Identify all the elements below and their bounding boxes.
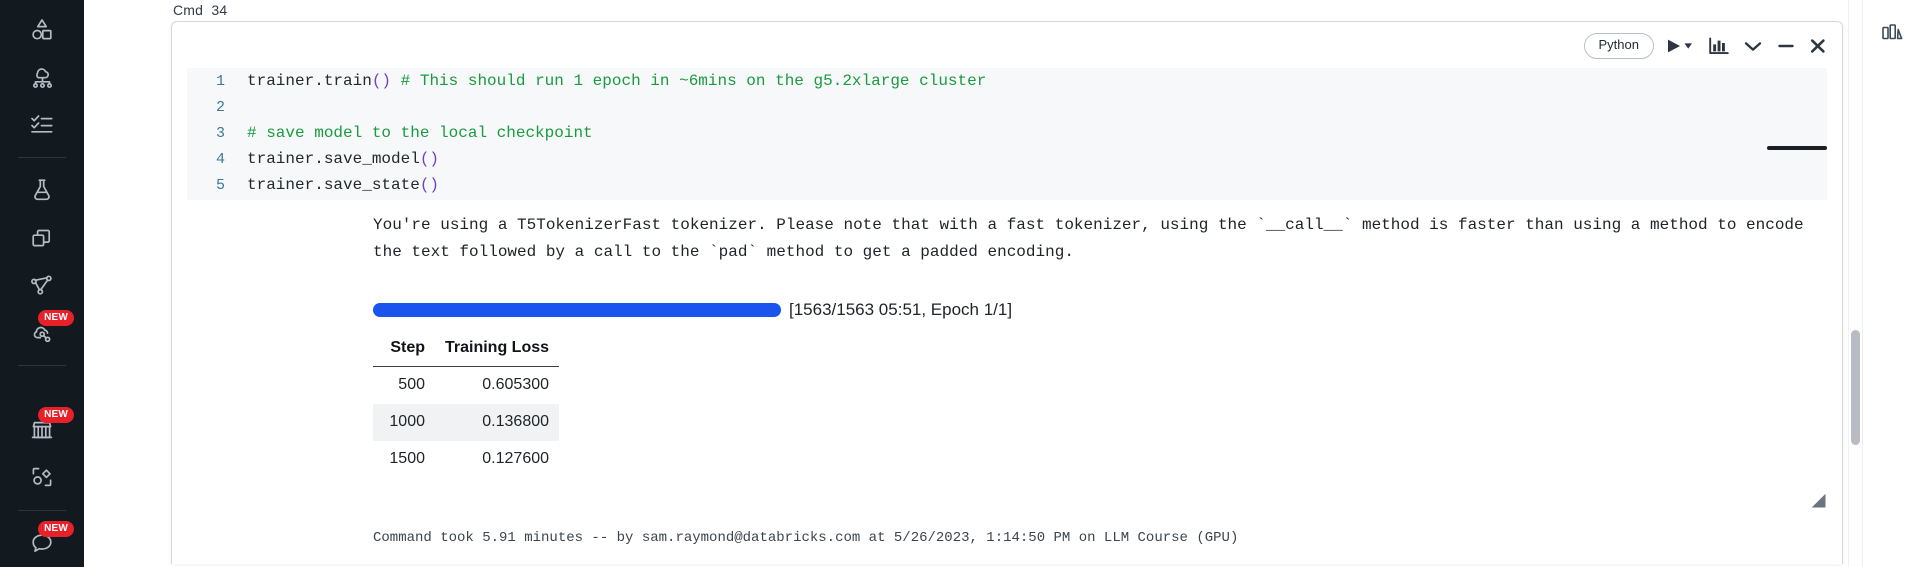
progress-status-text: [1563/1563 05:51, Epoch 1/1] <box>789 300 1013 319</box>
cell-step: 500 <box>398 376 425 393</box>
sidebar-item-serving[interactable]: NEW <box>0 309 84 356</box>
sidebar-item-new-shapes[interactable] <box>0 6 84 53</box>
code-line: 2 <box>187 94 1827 120</box>
table-row: 1500 0.127600 <box>373 441 559 478</box>
chevron-down-icon <box>1744 42 1762 51</box>
sidebar-item-models[interactable] <box>0 214 84 261</box>
language-pill[interactable]: Python <box>1583 33 1654 59</box>
code-line: 3 # save model to the local checkpoint <box>187 120 1827 146</box>
code-line: 4 trainer.save_model() <box>187 146 1827 172</box>
sidebar-item-partner-connect[interactable] <box>0 454 84 501</box>
close-cell-button[interactable] <box>1808 37 1828 55</box>
code-line: 5 trainer.save_state() <box>187 172 1827 198</box>
code-text: trainer.save_model <box>247 150 420 168</box>
cell-chart-button[interactable] <box>1708 36 1730 56</box>
line-number: 3 <box>215 124 225 142</box>
code-text: trainer.save_state <box>247 176 420 194</box>
output-resize-grip[interactable] <box>1811 493 1826 508</box>
warning-line-1: You're using a T5TokenizerFast tokenizer… <box>373 216 1804 234</box>
left-sidebar: NEW NEW NEW <box>0 0 84 567</box>
graph-nodes-icon <box>31 275 52 295</box>
bar-chart-icon <box>1882 24 1903 40</box>
sidebar-badge-new: NEW <box>38 520 74 537</box>
editor-horizontal-scrollbar[interactable] <box>1767 146 1827 150</box>
cell-command-label: Cmd 34 <box>173 2 228 18</box>
code-line: 1 trainer.train() # This should run 1 ep… <box>187 68 1827 94</box>
minimize-cell-button[interactable] <box>1776 37 1796 55</box>
sidebar-badge-new: NEW <box>38 407 74 424</box>
right-rail <box>1862 0 1920 567</box>
page-scrollbar-thumb[interactable] <box>1851 330 1860 445</box>
code-paren: () <box>419 150 440 168</box>
table-header-row: Step Training Loss <box>373 334 560 367</box>
cell-training-loss: 0.605300 <box>482 376 550 393</box>
stacked-squares-icon <box>32 229 51 247</box>
flask-icon <box>34 179 50 201</box>
training-loss-table: Step Training Loss 500 0.605300 1000 0.1… <box>373 334 560 478</box>
code-comment: # This should run 1 epoch in ~6mins on t… <box>400 72 987 90</box>
notebook-cell: Python 1 trainer.train () # This should … <box>171 21 1843 564</box>
sidebar-item-marketplace[interactable]: NEW <box>0 406 84 453</box>
cell-footer-status: Command took 5.91 minutes -- by sam.raym… <box>373 530 1239 546</box>
line-number: 4 <box>215 150 225 168</box>
warning-line-2: the text followed by a call to the `pad`… <box>373 243 1074 261</box>
line-number: 2 <box>215 98 225 116</box>
shapes-icon <box>32 18 52 40</box>
sidebar-divider-2 <box>18 364 66 366</box>
cell-toolbar: Python <box>1583 33 1828 59</box>
notebook-main: Cmd 34 Python 1 trainer.train () # This … <box>84 0 1862 567</box>
code-paren: () <box>419 176 440 194</box>
code-editor[interactable]: 1 trainer.train() # This should run 1 ep… <box>187 68 1827 200</box>
sidebar-item-workflows[interactable] <box>0 101 84 148</box>
code-paren: () <box>371 72 392 90</box>
progress-bar <box>373 303 781 317</box>
sidebar-divider-3 <box>18 509 66 511</box>
run-cell-button[interactable] <box>1666 38 1696 54</box>
shapes-connect-icon <box>32 467 52 487</box>
bar-chart-icon <box>1709 37 1729 55</box>
caret-down-icon <box>1684 43 1692 49</box>
resize-grip-icon <box>1811 493 1826 508</box>
line-number: 1 <box>215 72 225 90</box>
page-scrollbar-track[interactable] <box>1848 0 1862 567</box>
close-icon <box>1810 39 1825 53</box>
sidebar-item-assistant[interactable]: NEW <box>0 520 84 567</box>
column-header-training-loss: Training Loss <box>435 334 560 367</box>
cell-step: 1000 <box>373 404 435 441</box>
app-root: NEW NEW NEW Cmd 34 Python 1 trainer.trai… <box>0 0 1920 567</box>
table-row: 1000 0.136800 <box>373 404 560 441</box>
column-header-step: Step <box>373 334 435 367</box>
sidebar-divider-1 <box>18 156 66 158</box>
sidebar-item-compute[interactable] <box>0 53 84 100</box>
sidebar-badge-new: NEW <box>38 309 74 326</box>
cell-training-loss: 0.136800 <box>435 404 560 441</box>
training-progress-row: [1563/1563 05:51, Epoch 1/1] <box>373 300 1012 320</box>
code-comment: # save model to the local checkpoint <box>247 124 593 142</box>
tokenizer-warning: You're using a T5TokenizerFast tokenizer… <box>373 212 1842 266</box>
cell-step: 1500 <box>389 450 425 467</box>
sidebar-item-feature-store[interactable] <box>0 261 84 308</box>
cell-training-loss: 0.127600 <box>482 450 550 467</box>
line-number: 5 <box>215 176 225 194</box>
collapse-cell-button[interactable] <box>1742 37 1764 55</box>
rail-item-dashboard[interactable] <box>1863 8 1920 58</box>
code-text: trainer.train <box>247 72 372 90</box>
run-icon <box>1668 39 1692 53</box>
checklist-icon <box>31 115 53 133</box>
sidebar-item-experiments[interactable] <box>0 167 84 214</box>
minus-icon <box>1778 44 1794 48</box>
cloud-network-icon <box>32 68 52 89</box>
table-row: 500 0.605300 <box>373 367 559 405</box>
